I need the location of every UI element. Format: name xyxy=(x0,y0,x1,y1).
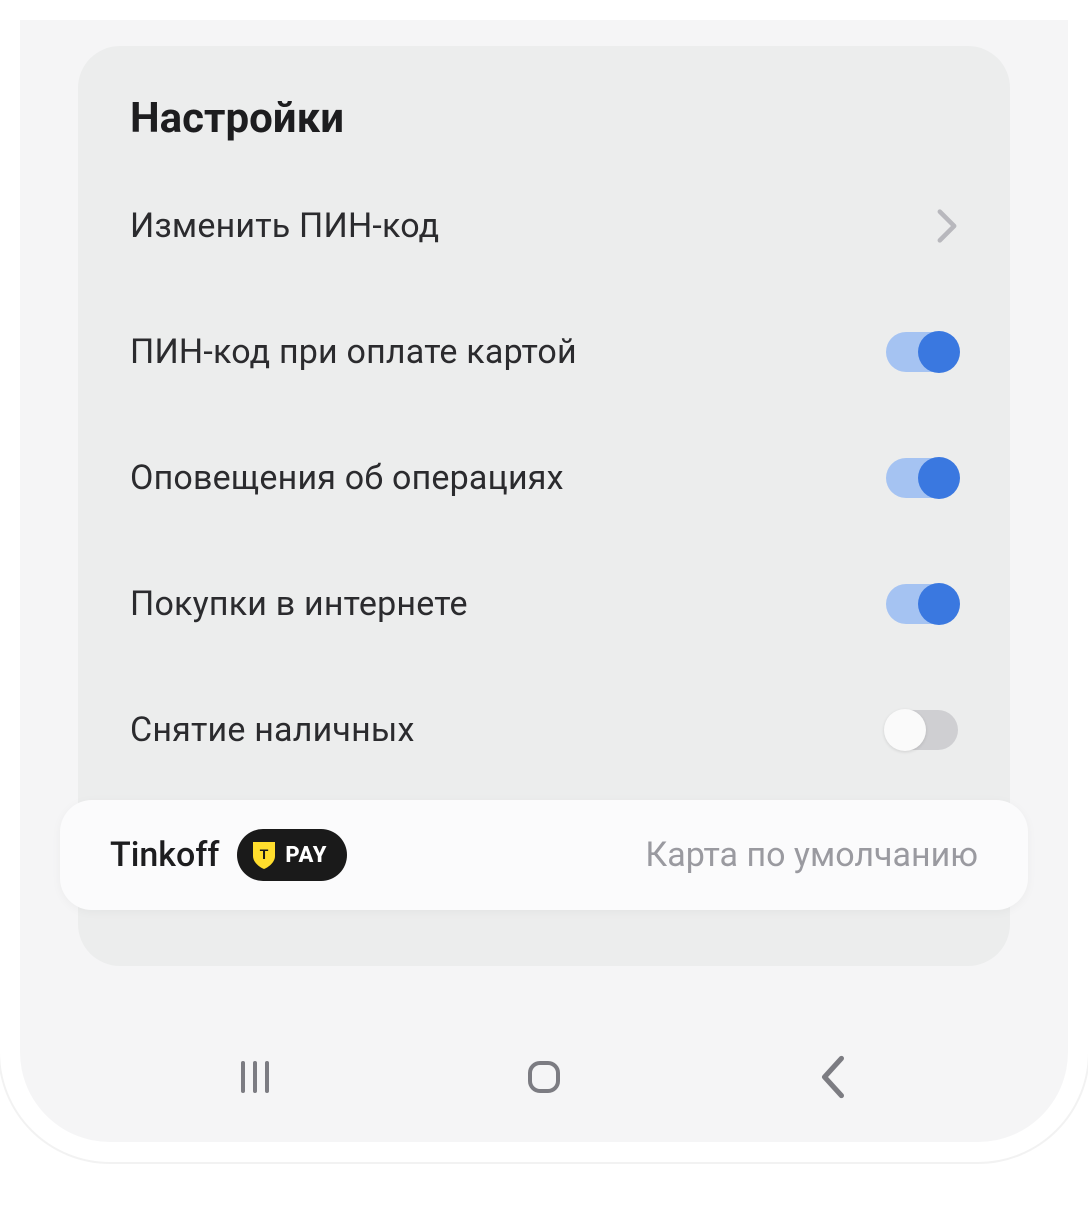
row-internet-purchases: Покупки в интернете xyxy=(78,541,1010,667)
row-operation-notifications: Оповещения об операциях xyxy=(78,415,1010,541)
toggle-pin-on-card-payment[interactable] xyxy=(886,332,958,372)
row-label: Покупки в интернете xyxy=(130,584,468,624)
system-navbar xyxy=(20,1012,1068,1142)
phone-frame: Настройки Изменить ПИН-код ПИН-код при о… xyxy=(0,0,1088,1162)
brand-label: Tinkoff xyxy=(110,835,219,875)
tinkoff-pay-banner[interactable]: Tinkoff T PAY Карта по умолчанию xyxy=(60,800,1028,910)
toggle-operation-notifications[interactable] xyxy=(886,458,958,498)
row-label: ПИН-код при оплате картой xyxy=(130,332,577,372)
pay-label: PAY xyxy=(285,843,327,868)
toggle-internet-purchases[interactable] xyxy=(886,584,958,624)
tpay-badge: T PAY xyxy=(237,829,347,881)
banner-right-label: Карта по умолчанию xyxy=(645,835,978,875)
app-screen: Настройки Изменить ПИН-код ПИН-код при о… xyxy=(20,20,1068,1142)
svg-text:T: T xyxy=(260,846,269,862)
row-cash-withdrawal: Снятие наличных xyxy=(78,667,1010,793)
chevron-right-icon xyxy=(936,208,958,244)
row-label: Оповещения об операциях xyxy=(130,458,564,498)
toggle-cash-withdrawal[interactable] xyxy=(886,710,958,750)
shield-t-icon: T xyxy=(251,840,277,870)
settings-title: Настройки xyxy=(78,94,1010,163)
row-label: Снятие наличных xyxy=(130,710,415,750)
row-label: Изменить ПИН-код xyxy=(130,206,439,246)
nav-recents-button[interactable] xyxy=(215,1037,295,1117)
nav-back-button[interactable] xyxy=(793,1037,873,1117)
nav-home-button[interactable] xyxy=(504,1037,584,1117)
row-change-pin[interactable]: Изменить ПИН-код xyxy=(78,163,1010,289)
row-pin-on-card-payment: ПИН-код при оплате картой xyxy=(78,289,1010,415)
banner-left: Tinkoff T PAY xyxy=(110,829,347,881)
